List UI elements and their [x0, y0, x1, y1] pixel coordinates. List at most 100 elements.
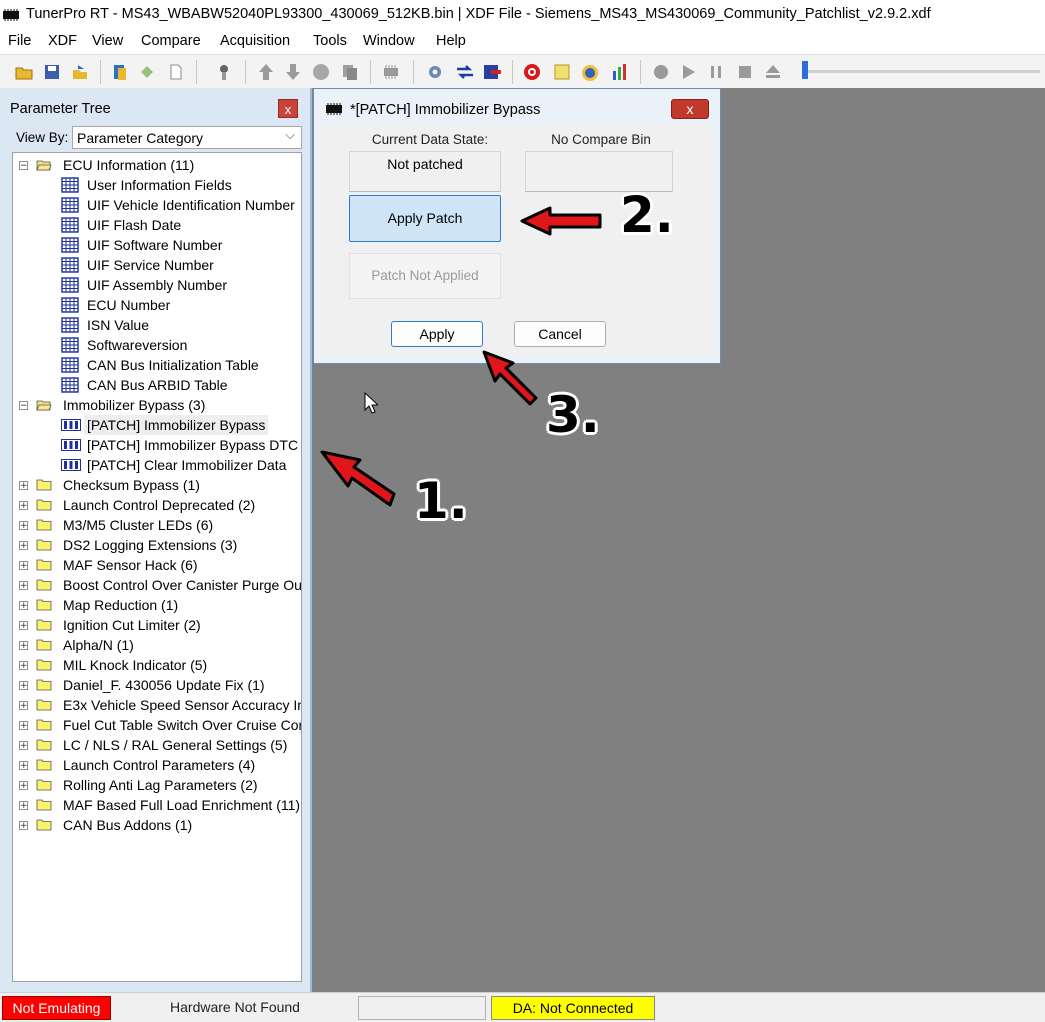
tree-category[interactable]: + Boost Control Over Canister Purge Outp	[13, 575, 301, 595]
tree-category[interactable]: + Checksum Bypass (1)	[13, 475, 301, 495]
chip-icon[interactable]	[381, 62, 401, 82]
tree-category[interactable]: + MAF Based Full Load Enrichment (11)	[13, 795, 301, 815]
tree-item[interactable]: UIF Software Number	[13, 235, 301, 255]
tree-item-label: Softwareversion	[87, 337, 188, 353]
title-bar: TunerPro RT - MS43_WBABW52040PL93300_430…	[0, 0, 1045, 30]
arrow-up-icon[interactable]	[256, 62, 276, 82]
tree-category[interactable]: − Immobilizer Bypass (3)	[13, 395, 301, 415]
menu-file[interactable]: File	[8, 33, 31, 49]
stop-icon[interactable]	[735, 62, 755, 82]
arrow-down-icon[interactable]	[283, 62, 303, 82]
view-by-value: Parameter Category	[77, 130, 204, 146]
tree-category-label: Map Reduction (1)	[63, 597, 179, 613]
expand-icon[interactable]: +	[19, 541, 28, 551]
tree-item[interactable]: ECU Number	[13, 295, 301, 315]
tree-category[interactable]: + Daniel_F. 430056 Update Fix (1)	[13, 675, 301, 695]
menu-help[interactable]: Help	[436, 33, 466, 49]
tree-item[interactable]: User Information Fields	[13, 175, 301, 195]
expand-icon[interactable]: +	[19, 521, 28, 531]
tree-item[interactable]: [PATCH] Immobilizer Bypass DTC Fix	[13, 435, 301, 455]
playback-slider-track[interactable]	[802, 70, 1040, 73]
table-icon	[61, 217, 79, 233]
tree-item[interactable]: [PATCH] Immobilizer Bypass	[13, 415, 301, 435]
parameter-tree[interactable]: − ECU Information (11) User Information Fi…	[12, 152, 302, 982]
tree-item[interactable]: UIF Assembly Number	[13, 275, 301, 295]
close-icon[interactable]: x	[278, 99, 298, 118]
tree-category[interactable]: + Fuel Cut Table Switch Over Cruise Contr	[13, 715, 301, 735]
tree-item[interactable]: UIF Vehicle Identification Number	[13, 195, 301, 215]
tree-category[interactable]: + M3/M5 Cluster LEDs (6)	[13, 515, 301, 535]
adx-icon[interactable]	[214, 62, 234, 82]
new-document-icon[interactable]	[166, 62, 186, 82]
expand-icon[interactable]: +	[19, 581, 28, 591]
eject-icon[interactable]	[763, 62, 783, 82]
tree-category[interactable]: + MIL Knock Indicator (5)	[13, 655, 301, 675]
tree-item[interactable]: [PATCH] Clear Immobilizer Data	[13, 455, 301, 475]
expand-icon[interactable]: +	[19, 721, 28, 731]
expand-icon[interactable]: +	[19, 701, 28, 711]
tree-item[interactable]: UIF Service Number	[13, 255, 301, 275]
tree-category[interactable]: + Map Reduction (1)	[13, 595, 301, 615]
collapse-icon[interactable]: −	[19, 401, 28, 411]
save-icon[interactable]	[42, 62, 62, 82]
tree-category[interactable]: + MAF Sensor Hack (6)	[13, 555, 301, 575]
tree-item[interactable]: CAN Bus Initialization Table	[13, 355, 301, 375]
tree-category[interactable]: + Ignition Cut Limiter (2)	[13, 615, 301, 635]
menu-compare[interactable]: Compare	[141, 33, 201, 49]
expand-icon[interactable]: +	[19, 641, 28, 651]
expand-icon[interactable]: +	[19, 781, 28, 791]
menu-xdf[interactable]: XDF	[48, 33, 77, 49]
xdf-edit-icon[interactable]	[138, 62, 158, 82]
tree-item[interactable]: CAN Bus ARBID Table	[13, 375, 301, 395]
dialog-close-button[interactable]: x	[671, 99, 709, 119]
expand-icon[interactable]: +	[19, 741, 28, 751]
copy-icon[interactable]	[340, 62, 360, 82]
tree-item-label: UIF Vehicle Identification Number	[87, 197, 295, 213]
play-icon[interactable]	[678, 62, 698, 82]
expand-icon[interactable]: +	[19, 801, 28, 811]
tree-item[interactable]: Softwareversion	[13, 335, 301, 355]
gear-icon[interactable]	[425, 62, 445, 82]
expand-icon[interactable]: +	[19, 761, 28, 771]
current-state-value: Not patched	[349, 151, 501, 192]
expand-icon[interactable]: +	[19, 621, 28, 631]
open-xdf-icon[interactable]	[110, 62, 130, 82]
notepad-icon[interactable]	[552, 62, 572, 82]
view-by-select[interactable]: Parameter Category ⌵	[72, 126, 302, 149]
pause-icon[interactable]	[706, 62, 726, 82]
save-as-icon[interactable]	[70, 62, 90, 82]
tree-category[interactable]: + Launch Control Parameters (4)	[13, 755, 301, 775]
expand-icon[interactable]: +	[19, 481, 28, 491]
tree-category[interactable]: + Rolling Anti Lag Parameters (2)	[13, 775, 301, 795]
tree-category[interactable]: + Launch Control Deprecated (2)	[13, 495, 301, 515]
expand-icon[interactable]: +	[19, 501, 28, 511]
menu-tools[interactable]: Tools	[313, 33, 347, 49]
tree-category[interactable]: + LC / NLS / RAL General Settings (5)	[13, 735, 301, 755]
swap-arrows-icon[interactable]	[455, 62, 475, 82]
tree-category[interactable]: + CAN Bus Addons (1)	[13, 815, 301, 835]
tree-item[interactable]: ISN Value	[13, 315, 301, 335]
gauge-icon[interactable]	[580, 62, 600, 82]
bar-graph-icon[interactable]	[610, 62, 630, 82]
expand-icon[interactable]: +	[19, 601, 28, 611]
expand-icon[interactable]: +	[19, 681, 28, 691]
tree-category[interactable]: + Alpha/N (1)	[13, 635, 301, 655]
expand-icon[interactable]: +	[19, 561, 28, 571]
tree-category[interactable]: + DS2 Logging Extensions (3)	[13, 535, 301, 555]
trace-icon[interactable]	[482, 62, 502, 82]
expand-icon[interactable]: +	[19, 821, 28, 831]
menu-view[interactable]: View	[92, 33, 123, 49]
folder-icon	[36, 679, 52, 691]
collapse-icon[interactable]: −	[19, 161, 28, 171]
record-target-icon[interactable]	[522, 62, 542, 82]
circle-icon[interactable]	[311, 62, 331, 82]
tree-item[interactable]: UIF Flash Date	[13, 215, 301, 235]
menu-window[interactable]: Window	[363, 33, 415, 49]
expand-icon[interactable]: +	[19, 661, 28, 671]
menu-acquisition[interactable]: Acquisition	[220, 33, 290, 49]
open-folder-icon[interactable]	[14, 62, 34, 82]
playback-slider-thumb[interactable]	[802, 61, 808, 79]
record-icon[interactable]	[651, 62, 671, 82]
tree-category[interactable]: − ECU Information (11)	[13, 155, 301, 175]
tree-category[interactable]: + E3x Vehicle Speed Sensor Accuracy Imp	[13, 695, 301, 715]
